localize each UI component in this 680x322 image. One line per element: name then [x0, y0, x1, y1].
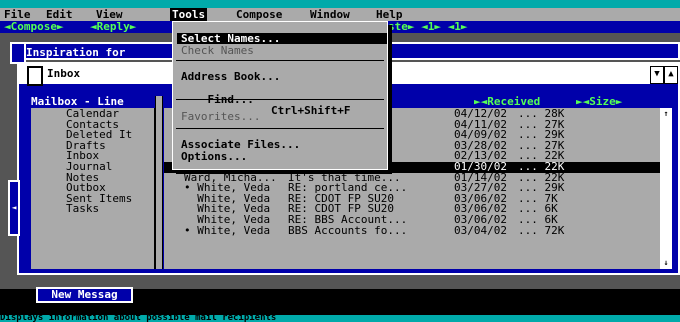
menu-item-address-book[interactable]: Address Book... [181, 71, 381, 82]
scroll-down-icon[interactable]: ↓ [660, 257, 672, 269]
message-scrollbar[interactable]: ↑ ↓ [660, 108, 672, 269]
new-message-button[interactable]: New Messag [36, 287, 133, 303]
message-row[interactable]: • White, Veda BBS Accounts fo... 03/04/02.… [164, 223, 672, 237]
message-size: ... 72K [518, 223, 565, 237]
tools-menu: Select Names... Check Names Address Book… [172, 21, 388, 170]
top-strip [0, 0, 680, 8]
message-received: 03/04/02 [454, 223, 507, 237]
toolbar-right-buttons[interactable]: ste► ◄1► ◄1► [388, 21, 467, 33]
menu-item-options[interactable]: Options... [181, 151, 381, 162]
menu-compose[interactable]: Compose [236, 8, 282, 21]
menu-separator [176, 60, 384, 61]
folder-list: Calendar Contacts Deleted It Drafts Inbox Jou… [31, 108, 155, 215]
menu-item-find[interactable]: Find... Ctrl+Shift+F [181, 83, 381, 116]
message-from: • White, Veda [184, 223, 271, 237]
menu-item-check-names[interactable]: Check Names [181, 45, 381, 56]
minimize-icon[interactable]: ▼ [650, 66, 664, 84]
maximize-icon[interactable]: ▲ [664, 66, 678, 84]
restore-arrow-icon[interactable]: ◄ [8, 180, 20, 236]
mailbox-pane: Mailbox - Line Calendar Contacts Deleted I… [31, 96, 155, 269]
menu-separator [176, 128, 384, 129]
menu-separator [176, 99, 384, 100]
menu-item-favorites[interactable]: Favorites... [181, 111, 381, 122]
message-subject: BBS Accounts fo... [288, 223, 408, 237]
minus-icon[interactable] [27, 66, 43, 86]
window-system-menu-icon[interactable] [10, 42, 26, 64]
compose-button[interactable]: ◄Compose► [4, 21, 64, 33]
folder-item[interactable]: Tasks [31, 204, 155, 215]
window-title: Inspiration for [26, 46, 126, 59]
size-column-header[interactable]: ►◄Size► [576, 96, 622, 108]
inbox-title: Inbox [47, 67, 81, 80]
reply-button[interactable]: ◄Reply► [90, 21, 136, 33]
menu-item-associate-files[interactable]: Associate Files... [181, 139, 381, 150]
menu-tools[interactable]: Tools [170, 8, 208, 21]
scroll-up-icon[interactable]: ↑ [660, 108, 672, 120]
mailbox-scrollbar[interactable] [155, 96, 163, 269]
status-bar: Displays information about possible mail… [0, 315, 680, 322]
menu-window[interactable]: Window [310, 8, 350, 21]
menu-item-select-names[interactable]: Select Names... [177, 33, 387, 44]
